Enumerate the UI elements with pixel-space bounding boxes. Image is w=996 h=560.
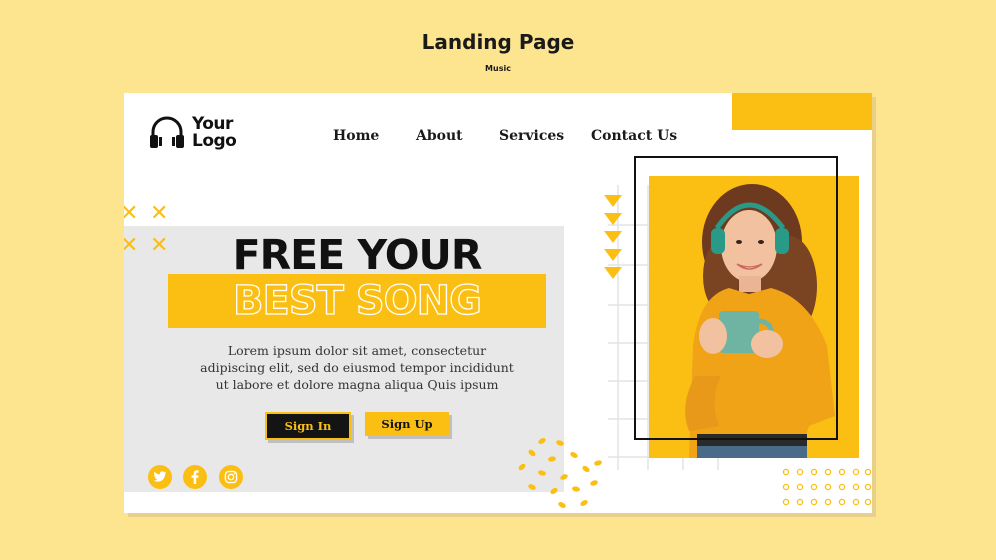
nav-home[interactable]: Home xyxy=(333,128,379,144)
nav-contact-us[interactable]: Contact Us xyxy=(591,128,677,144)
logo[interactable]: Your Logo xyxy=(148,115,237,151)
photo-frame xyxy=(634,156,838,440)
page-title: Landing Page xyxy=(421,30,575,54)
x-mark-icon: ✕ xyxy=(150,201,169,226)
x-mark-icon: ✕ xyxy=(124,201,139,226)
hero-body-text: Lorem ipsum dolor sit amet, consectetur … xyxy=(188,342,526,393)
sign-up-button[interactable]: Sign Up xyxy=(365,412,449,436)
instagram-icon xyxy=(224,470,238,484)
facebook-icon xyxy=(191,470,199,484)
hero-body-line: ut labore et dolore magna aliqua Quis ip… xyxy=(215,377,499,392)
nav-services[interactable]: Services xyxy=(499,128,564,144)
decorative-dot-grid xyxy=(782,468,872,506)
corner-accent xyxy=(732,93,872,130)
logo-text-line2: Logo xyxy=(192,131,237,151)
twitter-icon xyxy=(153,471,167,482)
nav-about[interactable]: About xyxy=(416,128,463,144)
hero-headline: FREE YOUR xyxy=(232,231,483,279)
hero-headline-highlight: BEST SONG xyxy=(232,278,482,324)
logo-text: Your Logo xyxy=(192,116,237,151)
hero-body-line: adipiscing elit, sed do eiusmod tempor i… xyxy=(200,360,514,375)
x-mark-icon: ✕ xyxy=(124,233,139,258)
hero-body-line: Lorem ipsum dolor sit amet, consectetur xyxy=(227,343,487,358)
headphones-icon xyxy=(150,116,184,148)
page-subtitle: Music xyxy=(485,64,511,73)
decorative-confetti xyxy=(518,438,602,508)
decorative-triangles xyxy=(604,195,622,279)
x-mark-icon: ✕ xyxy=(150,233,169,258)
instagram-button[interactable] xyxy=(219,465,243,489)
twitter-button[interactable] xyxy=(148,465,172,489)
sign-in-button[interactable]: Sign In xyxy=(265,412,351,440)
landing-card: Your Logo Home About Services Contact Us… xyxy=(124,93,872,513)
facebook-button[interactable] xyxy=(183,465,207,489)
